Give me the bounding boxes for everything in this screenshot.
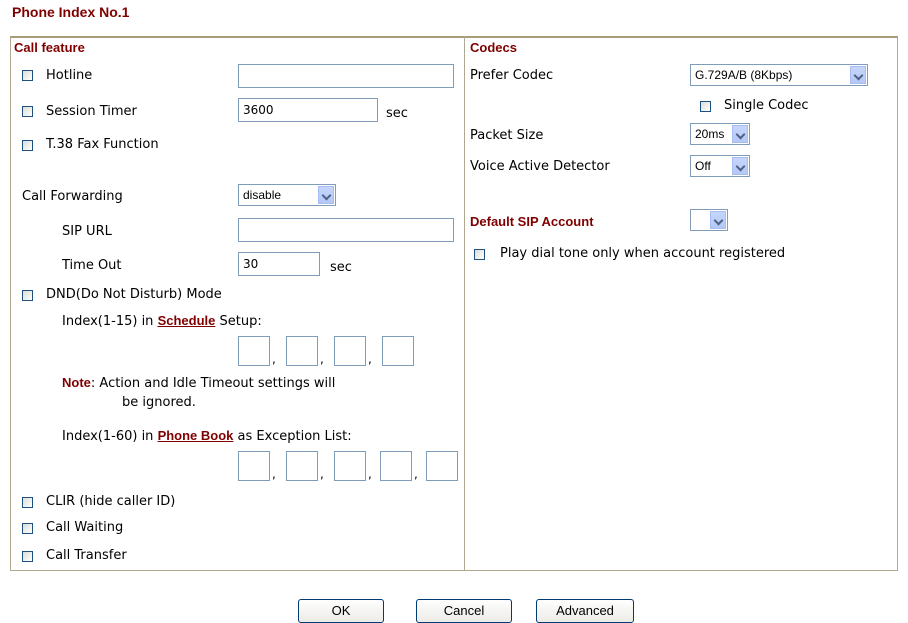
- default-sip-select[interactable]: [690, 209, 728, 231]
- schedule-line: Index(1-15) in Schedule Setup:: [62, 313, 262, 329]
- play-dial-tone-checkbox[interactable]: [474, 249, 485, 260]
- phonebook-index-3[interactable]: [334, 451, 366, 481]
- phonebook-index-2[interactable]: [286, 451, 318, 481]
- schedule-index-1[interactable]: [238, 336, 270, 366]
- chevron-down-icon: [732, 157, 748, 175]
- schedule-index-2[interactable]: [286, 336, 318, 366]
- hotline-label: Hotline: [46, 68, 93, 83]
- phonebook-index-5[interactable]: [426, 451, 458, 481]
- t38-checkbox[interactable]: [22, 140, 33, 151]
- session-timer-checkbox[interactable]: [22, 106, 33, 117]
- call-feature-heading: Call feature: [14, 40, 85, 55]
- schedule-index-3[interactable]: [334, 336, 366, 366]
- schedule-suffix: Setup:: [219, 314, 262, 329]
- session-timer-input[interactable]: 3600: [238, 98, 378, 122]
- chevron-down-icon: [318, 186, 334, 204]
- sip-url-label: SIP URL: [62, 224, 112, 239]
- note-text-2: be ignored.: [122, 395, 196, 410]
- schedule-separator: ,: [272, 352, 276, 366]
- packet-size-select[interactable]: 20ms: [690, 123, 750, 145]
- codecs-heading: Codecs: [470, 40, 517, 55]
- packet-size-value: 20ms: [695, 127, 725, 141]
- schedule-separator: ,: [320, 352, 324, 366]
- vad-select[interactable]: Off: [690, 155, 750, 177]
- time-out-unit: sec: [330, 260, 352, 275]
- play-dial-tone-label: Play dial tone only when account registe…: [500, 246, 786, 261]
- single-codec-checkbox[interactable]: [700, 101, 711, 112]
- sip-url-input[interactable]: [238, 218, 454, 242]
- schedule-index-4[interactable]: [382, 336, 414, 366]
- hotline-input[interactable]: [238, 64, 454, 88]
- phonebook-separator: ,: [414, 467, 418, 481]
- call-transfer-checkbox[interactable]: [22, 551, 33, 562]
- dnd-checkbox[interactable]: [22, 290, 33, 301]
- chevron-down-icon: [850, 66, 866, 84]
- dnd-label: DND(Do Not Disturb) Mode: [46, 287, 222, 302]
- note-line: Note: Action and Idle Timeout settings w…: [62, 375, 335, 391]
- call-forwarding-value: disable: [243, 188, 282, 202]
- call-forwarding-label: Call Forwarding: [22, 189, 123, 204]
- call-waiting-checkbox[interactable]: [22, 523, 33, 534]
- cancel-button[interactable]: Cancel: [416, 599, 512, 623]
- call-waiting-label: Call Waiting: [46, 520, 124, 535]
- t38-label: T.38 Fax Function: [46, 137, 159, 152]
- schedule-prefix: Index(1-15) in: [62, 314, 158, 329]
- phonebook-index-4[interactable]: [380, 451, 412, 481]
- schedule-separator: ,: [368, 352, 372, 366]
- time-out-label: Time Out: [62, 258, 122, 273]
- hotline-checkbox[interactable]: [22, 70, 33, 81]
- phonebook-prefix: Index(1-60) in: [62, 429, 158, 444]
- phonebook-line: Index(1-60) in Phone Book as Exception L…: [62, 428, 352, 444]
- session-timer-unit: sec: [386, 106, 408, 121]
- phonebook-separator: ,: [272, 467, 276, 481]
- phonebook-index-1[interactable]: [238, 451, 270, 481]
- prefer-codec-select[interactable]: G.729A/B (8Kbps): [690, 64, 868, 86]
- vad-value: Off: [695, 159, 711, 173]
- phonebook-suffix: as Exception List:: [237, 429, 352, 444]
- call-transfer-label: Call Transfer: [46, 548, 127, 563]
- chevron-down-icon: [710, 211, 726, 229]
- phone-book-link[interactable]: Phone Book: [158, 428, 234, 443]
- column-divider: [464, 36, 465, 571]
- single-codec-label: Single Codec: [724, 98, 809, 113]
- call-forwarding-select[interactable]: disable: [238, 184, 336, 206]
- clir-checkbox[interactable]: [22, 497, 33, 508]
- phonebook-separator: ,: [368, 467, 372, 481]
- packet-size-label: Packet Size: [470, 128, 544, 143]
- settings-frame: [10, 36, 898, 571]
- prefer-codec-value: G.729A/B (8Kbps): [695, 68, 793, 82]
- ok-button[interactable]: OK: [298, 599, 384, 623]
- chevron-down-icon: [732, 125, 748, 143]
- prefer-codec-label: Prefer Codec: [470, 68, 554, 83]
- session-timer-label: Session Timer: [46, 104, 137, 119]
- default-sip-heading: Default SIP Account: [470, 214, 594, 229]
- vad-label: Voice Active Detector: [470, 159, 610, 174]
- note-text: : Action and Idle Timeout settings will: [90, 376, 336, 391]
- page-title: Phone Index No.1: [12, 4, 130, 20]
- phonebook-separator: ,: [320, 467, 324, 481]
- schedule-link[interactable]: Schedule: [158, 313, 216, 328]
- note-label: Note: [62, 375, 91, 390]
- clir-label: CLIR (hide caller ID): [46, 494, 176, 509]
- advanced-button[interactable]: Advanced: [536, 599, 634, 623]
- time-out-input[interactable]: 30: [238, 252, 320, 276]
